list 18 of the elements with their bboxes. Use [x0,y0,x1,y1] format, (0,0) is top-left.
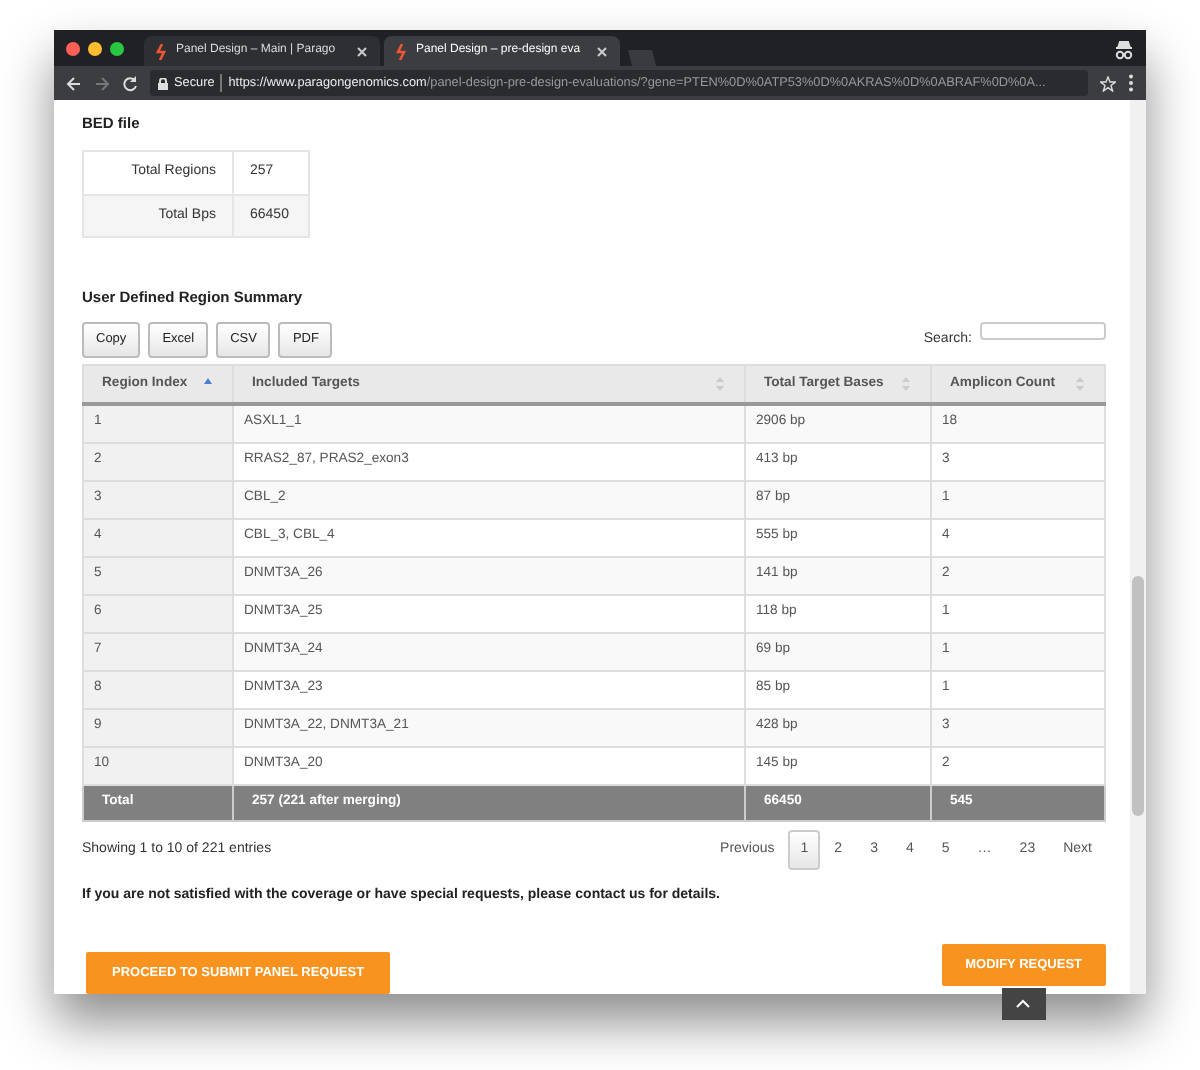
star-icon[interactable] [1100,75,1116,91]
close-window-icon[interactable] [66,41,80,55]
more-options-icon[interactable] [1128,74,1134,92]
site-logo-icon [396,43,408,59]
close-tab-icon[interactable] [356,45,368,57]
lock-icon [158,77,168,89]
site-logo-icon [156,43,168,59]
chevron-up-icon [1016,998,1031,1008]
back-to-top-button[interactable] [1001,987,1046,1019]
search-field[interactable] [980,321,1106,339]
back-icon[interactable] [66,75,82,91]
forward-icon[interactable] [94,75,110,91]
minimize-window-icon[interactable] [88,41,102,55]
maximize-window-icon[interactable] [110,41,124,55]
incognito-icon [1114,40,1134,60]
reload-icon[interactable] [122,75,138,91]
close-tab-icon[interactable] [596,45,608,57]
scrollbar[interactable] [1130,100,1146,994]
